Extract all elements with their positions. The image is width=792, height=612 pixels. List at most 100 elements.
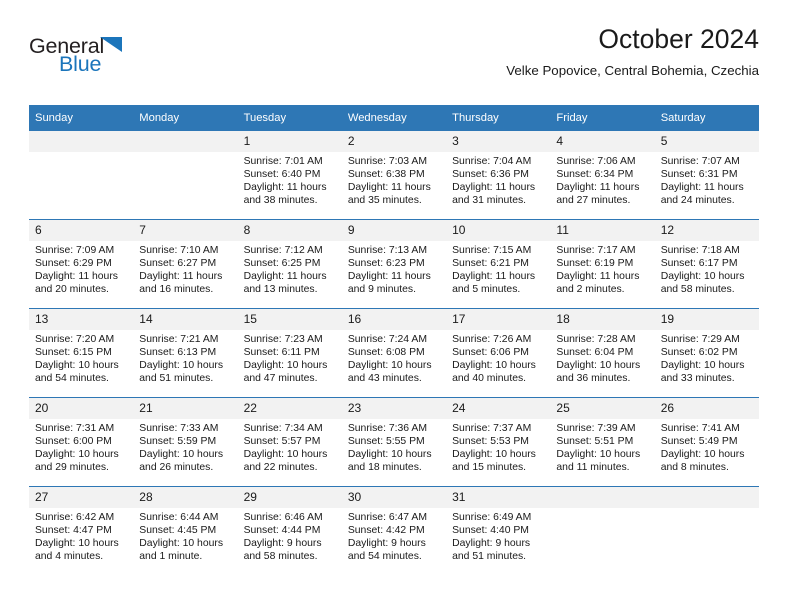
sunset-text: Sunset: 6:04 PM bbox=[556, 347, 634, 359]
sunrise-text: Sunrise: 7:03 AM bbox=[347, 156, 427, 167]
day-details: Sunrise: 7:15 AM Sunset: 6:21 PM Daylight:… bbox=[446, 241, 550, 296]
day-number: 21 bbox=[133, 398, 238, 419]
calendar-week-row: 1 Sunrise: 7:01 AM Sunset: 6:40 PM Daylight… bbox=[29, 131, 759, 220]
sunrise-text: Sunrise: 7:18 AM bbox=[660, 245, 740, 256]
daylight-text: Daylight: 11 hours and 24 minutes. bbox=[660, 182, 744, 207]
weekday-header-friday: Friday bbox=[550, 105, 655, 131]
calendar-day-cell[interactable]: 19 Sunrise: 7:29 AM Sunset: 6:02 PM Dayligh… bbox=[654, 308, 759, 398]
daylight-text: Daylight: 10 hours and 22 minutes. bbox=[243, 449, 328, 474]
daylight-text: Daylight: 10 hours and 26 minutes. bbox=[139, 449, 224, 474]
day-details: Sunrise: 7:10 AM Sunset: 6:27 PM Daylight:… bbox=[133, 241, 237, 296]
sunset-text: Sunset: 4:45 PM bbox=[139, 525, 217, 537]
daylight-text: Daylight: 11 hours and 2 minutes. bbox=[556, 271, 640, 296]
sunrise-text: Sunrise: 7:28 AM bbox=[556, 334, 636, 345]
calendar-day-cell[interactable]: 4 Sunrise: 7:06 AM Sunset: 6:34 PM Daylight… bbox=[550, 131, 655, 220]
day-number bbox=[550, 487, 655, 508]
daylight-text: Daylight: 10 hours and 29 minutes. bbox=[35, 449, 119, 474]
calendar-day-cell[interactable]: 26 Sunrise: 7:41 AM Sunset: 5:49 PM Dayligh… bbox=[654, 397, 759, 487]
sunrise-text: Sunrise: 6:47 AM bbox=[347, 512, 427, 523]
calendar-day-cell[interactable]: 5 Sunrise: 7:07 AM Sunset: 6:31 PM Daylight… bbox=[654, 131, 759, 220]
day-number: 5 bbox=[654, 131, 759, 152]
sunset-text: Sunset: 6:13 PM bbox=[139, 347, 217, 359]
calendar-day-cell[interactable]: 15 Sunrise: 7:23 AM Sunset: 6:11 PM Dayligh… bbox=[237, 308, 342, 398]
day-number: 13 bbox=[29, 309, 134, 330]
daylight-text: Daylight: 11 hours and 20 minutes. bbox=[35, 271, 118, 296]
calendar-day-cell[interactable]: 14 Sunrise: 7:21 AM Sunset: 6:13 PM Dayligh… bbox=[133, 308, 238, 398]
calendar-day-cell[interactable]: 3 Sunrise: 7:04 AM Sunset: 6:36 PM Daylight… bbox=[446, 131, 551, 220]
calendar-day-cell[interactable]: 11 Sunrise: 7:17 AM Sunset: 6:19 PM Dayligh… bbox=[550, 219, 655, 309]
calendar-day-cell[interactable]: 25 Sunrise: 7:39 AM Sunset: 5:51 PM Dayligh… bbox=[550, 397, 655, 487]
day-details: Sunrise: 6:49 AM Sunset: 4:40 PM Daylight:… bbox=[446, 508, 550, 563]
calendar-day-cell[interactable]: 7 Sunrise: 7:10 AM Sunset: 6:27 PM Daylight… bbox=[133, 219, 238, 309]
daylight-text: Daylight: 10 hours and 4 minutes. bbox=[35, 538, 119, 563]
sunset-text: Sunset: 6:34 PM bbox=[556, 169, 634, 181]
day-details: Sunrise: 7:03 AM Sunset: 6:38 PM Daylight:… bbox=[342, 152, 446, 207]
daylight-text: Daylight: 11 hours and 27 minutes. bbox=[556, 182, 640, 207]
calendar-day-cell[interactable]: 12 Sunrise: 7:18 AM Sunset: 6:17 PM Dayligh… bbox=[654, 219, 759, 309]
day-number: 17 bbox=[446, 309, 551, 330]
sunset-text: Sunset: 6:27 PM bbox=[139, 258, 217, 270]
calendar-day-cell[interactable]: 29 Sunrise: 6:46 AM Sunset: 4:44 PM Dayligh… bbox=[237, 486, 342, 575]
sunset-text: Sunset: 5:49 PM bbox=[660, 436, 738, 448]
daylight-text: Daylight: 11 hours and 31 minutes. bbox=[452, 182, 536, 207]
sunset-text: Sunset: 5:53 PM bbox=[452, 436, 529, 448]
sunrise-text: Sunrise: 7:15 AM bbox=[452, 245, 532, 256]
daylight-text: Daylight: 10 hours and 8 minutes. bbox=[660, 449, 745, 474]
daylight-text: Daylight: 9 hours and 54 minutes. bbox=[347, 538, 426, 563]
calendar-day-cell[interactable]: 18 Sunrise: 7:28 AM Sunset: 6:04 PM Dayligh… bbox=[550, 308, 655, 398]
daylight-text: Daylight: 9 hours and 51 minutes. bbox=[452, 538, 531, 563]
calendar-day-cell[interactable]: 20 Sunrise: 7:31 AM Sunset: 6:00 PM Dayligh… bbox=[29, 397, 134, 487]
calendar-day-cell[interactable]: 2 Sunrise: 7:03 AM Sunset: 6:38 PM Daylight… bbox=[341, 131, 447, 220]
calendar-day-cell[interactable]: 27 Sunrise: 6:42 AM Sunset: 4:47 PM Dayligh… bbox=[29, 486, 134, 575]
calendar-day-cell[interactable]: 13 Sunrise: 7:20 AM Sunset: 6:15 PM Dayligh… bbox=[29, 308, 134, 398]
sunrise-text: Sunrise: 7:17 AM bbox=[556, 245, 636, 256]
day-details: Sunrise: 7:17 AM Sunset: 6:19 PM Daylight:… bbox=[550, 241, 654, 296]
day-number: 1 bbox=[237, 131, 342, 152]
page-subtitle: Velke Popovice, Central Bohemia, Czechia bbox=[506, 63, 759, 78]
day-number: 31 bbox=[446, 487, 551, 508]
sunrise-text: Sunrise: 7:23 AM bbox=[243, 334, 323, 345]
daylight-text: Daylight: 11 hours and 9 minutes. bbox=[347, 271, 431, 296]
calendar-day-cell[interactable]: 9 Sunrise: 7:13 AM Sunset: 6:23 PM Daylight… bbox=[341, 219, 447, 309]
sunset-text: Sunset: 5:59 PM bbox=[139, 436, 217, 448]
daylight-text: Daylight: 10 hours and 54 minutes. bbox=[35, 360, 119, 385]
day-details: Sunrise: 7:34 AM Sunset: 5:57 PM Daylight:… bbox=[238, 419, 342, 474]
sunrise-text: Sunrise: 7:20 AM bbox=[35, 334, 115, 345]
calendar-grid: Sunday Monday Tuesday Wednesday Thursday… bbox=[29, 105, 759, 575]
calendar-day-cell[interactable]: 28 Sunrise: 6:44 AM Sunset: 4:45 PM Dayligh… bbox=[133, 486, 238, 575]
daylight-text: Daylight: 10 hours and 15 minutes. bbox=[452, 449, 536, 474]
day-details: Sunrise: 7:24 AM Sunset: 6:08 PM Daylight:… bbox=[342, 330, 446, 385]
general-blue-logo[interactable]: General Blue bbox=[29, 34, 159, 80]
page-header: General Blue October 2024 Velke Popovice… bbox=[29, 22, 759, 100]
calendar-day-cell[interactable]: 24 Sunrise: 7:37 AM Sunset: 5:53 PM Dayligh… bbox=[446, 397, 551, 487]
calendar-day-cell[interactable]: 17 Sunrise: 7:26 AM Sunset: 6:06 PM Dayligh… bbox=[446, 308, 551, 398]
day-details: Sunrise: 7:18 AM Sunset: 6:17 PM Daylight:… bbox=[655, 241, 759, 296]
sunrise-text: Sunrise: 7:24 AM bbox=[347, 334, 427, 345]
calendar-day-cell[interactable]: 23 Sunrise: 7:36 AM Sunset: 5:55 PM Dayligh… bbox=[341, 397, 447, 487]
day-details: Sunrise: 6:47 AM Sunset: 4:42 PM Daylight:… bbox=[342, 508, 446, 563]
calendar-day-cell[interactable]: 10 Sunrise: 7:15 AM Sunset: 6:21 PM Dayligh… bbox=[446, 219, 551, 309]
calendar-day-cell[interactable]: 31 Sunrise: 6:49 AM Sunset: 4:40 PM Dayligh… bbox=[446, 486, 551, 575]
daylight-text: Daylight: 9 hours and 58 minutes. bbox=[243, 538, 322, 563]
day-number: 6 bbox=[29, 220, 134, 241]
day-number: 30 bbox=[341, 487, 447, 508]
calendar-day-cell[interactable]: 6 Sunrise: 7:09 AM Sunset: 6:29 PM Daylight… bbox=[29, 219, 134, 309]
calendar-day-cell[interactable]: 16 Sunrise: 7:24 AM Sunset: 6:08 PM Dayligh… bbox=[341, 308, 447, 398]
day-number: 23 bbox=[341, 398, 447, 419]
sunrise-text: Sunrise: 7:26 AM bbox=[452, 334, 532, 345]
calendar-day-cell[interactable]: 1 Sunrise: 7:01 AM Sunset: 6:40 PM Daylight… bbox=[237, 131, 342, 220]
day-number: 28 bbox=[133, 487, 238, 508]
day-number bbox=[29, 131, 134, 152]
sunrise-text: Sunrise: 7:33 AM bbox=[139, 423, 219, 434]
calendar-day-cell[interactable]: 21 Sunrise: 7:33 AM Sunset: 5:59 PM Dayligh… bbox=[133, 397, 238, 487]
daylight-text: Daylight: 10 hours and 43 minutes. bbox=[347, 360, 432, 385]
page-title: October 2024 bbox=[598, 24, 759, 54]
sunrise-text: Sunrise: 7:09 AM bbox=[35, 245, 115, 256]
day-details: Sunrise: 7:06 AM Sunset: 6:34 PM Daylight:… bbox=[550, 152, 654, 207]
sunset-text: Sunset: 6:02 PM bbox=[660, 347, 738, 359]
calendar-day-cell[interactable]: 22 Sunrise: 7:34 AM Sunset: 5:57 PM Dayligh… bbox=[237, 397, 342, 487]
calendar-day-cell[interactable]: 30 Sunrise: 6:47 AM Sunset: 4:42 PM Dayligh… bbox=[341, 486, 447, 575]
sunrise-text: Sunrise: 7:12 AM bbox=[243, 245, 323, 256]
calendar-day-cell[interactable]: 8 Sunrise: 7:12 AM Sunset: 6:25 PM Daylight… bbox=[237, 219, 342, 309]
weekday-header-wednesday: Wednesday bbox=[341, 105, 447, 131]
